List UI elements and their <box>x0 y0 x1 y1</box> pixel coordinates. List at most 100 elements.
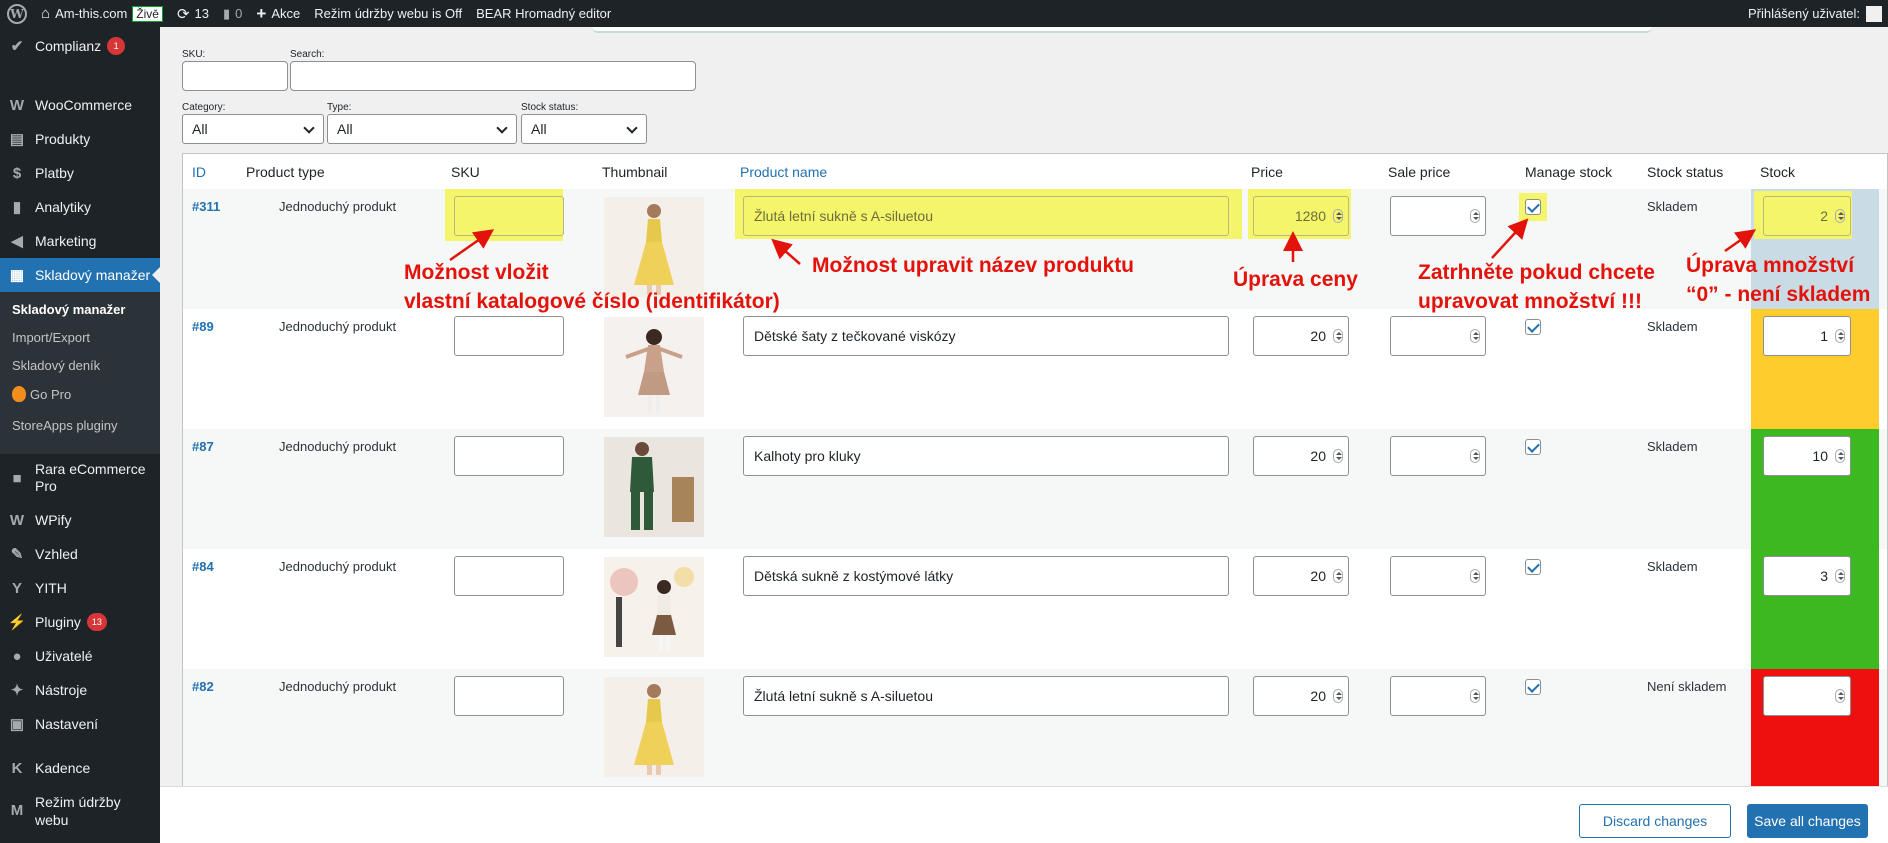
wordpress-logo-button[interactable]: W <box>0 0 34 27</box>
stock-status-text: Není skladem <box>1647 679 1727 694</box>
product-name-input[interactable]: Kalhoty pro kluky <box>743 436 1229 476</box>
stock-quantity-input[interactable]: 10 <box>1763 436 1851 476</box>
sidebar-item-produkty[interactable]: ▤ Produkty <box>0 122 160 156</box>
sidebar-item-nastaveni[interactable]: ▣ Nastavení <box>0 707 160 741</box>
sidebar-item-complianz[interactable]: ✔ Complianz 1 <box>0 29 160 63</box>
sidebar-item-yith[interactable]: Y YITH <box>0 571 160 605</box>
stock-manager-icon: ▦ <box>9 267 25 284</box>
product-id-link[interactable]: #87 <box>192 439 214 454</box>
stock-quantity-input[interactable] <box>1763 676 1851 716</box>
annotation-stock: Úprava množství “0” - není skladem <box>1686 251 1870 309</box>
product-name-input[interactable]: Dětské šaty z tečkované viskózy <box>743 316 1229 356</box>
sale-price-input[interactable] <box>1390 196 1486 236</box>
site-name: Am-this.com <box>55 6 128 21</box>
sale-price-input[interactable] <box>1390 676 1486 716</box>
sidebar-item-label: Nastavení <box>35 716 99 732</box>
price-input[interactable]: 20 <box>1253 676 1349 716</box>
sidebar-item-uzivatele[interactable]: ● Uživatelé <box>0 639 160 673</box>
table-row: #82 Jednoduchý produkt Žlutá letní sukně… <box>183 669 1887 789</box>
sidebar-item-marketing[interactable]: ◀ Marketing <box>0 224 160 258</box>
type-select[interactable]: All <box>327 114 517 144</box>
submenu-item-skladovy-manazer[interactable]: Skladový manažer <box>12 302 125 317</box>
sidebar-item-kadence[interactable]: K Kadence <box>0 751 160 785</box>
manage-stock-checkbox[interactable] <box>1525 199 1541 215</box>
sidebar-submenu: Skladový manažer Import/Export Skladový … <box>0 292 160 454</box>
product-name-input[interactable]: Žlutá letní sukně s A-siluetou <box>743 196 1229 236</box>
sidebar-item-label: WPify <box>35 512 72 528</box>
sidebar-item-wpify[interactable]: W WPify <box>0 503 160 537</box>
live-badge: Živě <box>132 5 163 22</box>
annotation-sku: Možnost vložit vlastní katalogové číslo … <box>404 258 780 316</box>
yith-icon: Y <box>11 579 22 597</box>
megaphone-icon: ◀ <box>11 233 23 250</box>
updates-link[interactable]: ⟳ 13 <box>170 0 216 27</box>
product-id-link[interactable]: #84 <box>192 559 214 574</box>
price-input[interactable]: 20 <box>1253 436 1349 476</box>
sidebar-item-vzhled[interactable]: ✎ Vzhled <box>0 537 160 571</box>
bulk-editor-link[interactable]: BEAR Hromadný editor <box>469 0 618 27</box>
product-id-link[interactable]: #89 <box>192 319 214 334</box>
submenu-item-go-pro[interactable]: Go Pro <box>12 386 71 402</box>
sidebar-item-skladovy-manazer[interactable]: ▦ Skladový manažer <box>0 258 160 292</box>
sidebar-item-woocommerce[interactable]: W WooCommerce <box>0 88 160 122</box>
manage-stock-checkbox[interactable] <box>1525 559 1541 575</box>
sku-filter-input[interactable] <box>182 61 288 91</box>
discard-changes-button[interactable]: Discard changes <box>1579 804 1731 838</box>
sidebar-item-pluginy[interactable]: ⚡ Pluginy 13 <box>0 605 160 639</box>
site-name-link[interactable]: ⌂ Am-this.com Živě <box>34 0 170 27</box>
product-name-input[interactable]: Dětská sukně z kostýmové látky <box>743 556 1229 596</box>
sidebar-item-rara[interactable]: ■ Rara eCommerce Pro <box>0 456 160 500</box>
sidebar-item-analytiky[interactable]: ▮ Analytiky <box>0 190 160 224</box>
search-input[interactable] <box>290 61 696 91</box>
spinner-icon <box>1470 449 1480 463</box>
user-account-menu[interactable]: Přihlášený uživatel: <box>1748 0 1888 27</box>
product-id-link[interactable]: #82 <box>192 679 214 694</box>
price-input[interactable]: 1280 <box>1253 196 1349 236</box>
sku-input[interactable] <box>454 676 564 716</box>
manage-stock-checkbox[interactable] <box>1525 679 1541 695</box>
sale-price-input[interactable] <box>1390 316 1486 356</box>
sidebar-item-nastroje[interactable]: ✦ Nástroje <box>0 673 160 707</box>
product-thumbnail <box>604 557 704 657</box>
column-header-product-name[interactable]: Product name <box>740 164 827 180</box>
submenu-item-import-export[interactable]: Import/Export <box>12 330 90 345</box>
category-value: All <box>192 121 208 137</box>
sidebar-item-platby[interactable]: $ Platby <box>0 156 160 190</box>
spinner-icon <box>1333 329 1343 343</box>
sidebar-item-label: Kadence <box>35 760 91 776</box>
category-select[interactable]: All <box>182 114 324 144</box>
submenu-item-storeapps[interactable]: StoreApps pluginy <box>12 418 118 433</box>
annotation-stock-line1: Úprava množství <box>1686 254 1855 277</box>
price-input[interactable]: 20 <box>1253 556 1349 596</box>
sidebar-item-rezim-udrzby[interactable]: M Režim údržby webu <box>0 791 160 831</box>
product-id-link[interactable]: #311 <box>192 199 220 214</box>
sku-input[interactable] <box>454 556 564 596</box>
stock-status-select[interactable]: All <box>521 114 647 144</box>
comments-link[interactable]: ▮ 0 <box>216 0 249 27</box>
manage-stock-checkbox[interactable] <box>1525 439 1541 455</box>
stock-quantity-input[interactable]: 3 <box>1763 556 1851 596</box>
submenu-item-skladovy-denik[interactable]: Skladový deník <box>12 358 100 373</box>
sale-price-input[interactable] <box>1390 436 1486 476</box>
manage-stock-checkbox[interactable] <box>1525 319 1541 335</box>
maintenance-status-link[interactable]: Režim údržby webu is Off <box>307 0 469 27</box>
sku-input[interactable] <box>454 436 564 476</box>
column-header-id[interactable]: ID <box>192 164 206 180</box>
sidebar-item-label: Platby <box>35 165 74 181</box>
sku-input[interactable] <box>454 316 564 356</box>
sku-input[interactable] <box>454 196 564 236</box>
bulk-editor-label: BEAR Hromadný editor <box>476 6 612 21</box>
sku-filter-label: SKU: <box>182 49 206 60</box>
spinner-icon <box>1470 569 1480 583</box>
stock-quantity-input[interactable]: 1 <box>1763 316 1851 356</box>
tools-icon: ✦ <box>10 682 24 699</box>
price-input[interactable]: 20 <box>1253 316 1349 356</box>
table-row: #89 Jednoduchý produkt Dětské šaty z teč… <box>183 309 1887 429</box>
product-type: Jednoduchý produkt <box>279 679 397 694</box>
stock-quantity-input[interactable]: 2 <box>1763 196 1851 236</box>
product-name-input[interactable]: Žlutá letní sukně s A-siluetou <box>743 676 1229 716</box>
save-all-changes-button[interactable]: Save all changes <box>1747 804 1868 838</box>
new-content-link[interactable]: + Akce <box>249 0 307 27</box>
sale-price-input[interactable] <box>1390 556 1486 596</box>
spinner-icon <box>1835 329 1845 343</box>
